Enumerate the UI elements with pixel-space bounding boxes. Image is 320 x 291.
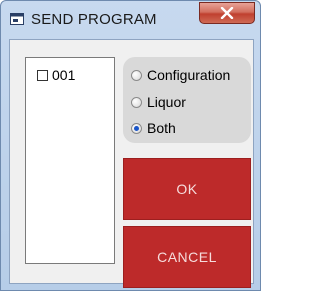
liquor-label: Liquor [147,94,186,110]
window-title: SEND PROGRAM [31,11,157,28]
send-options-group: Configuration Liquor Both [123,57,251,143]
radio-option-both[interactable]: Both [131,120,176,136]
send-program-dialog: SEND PROGRAM 001 Configuration Liquor Bo… [0,0,261,291]
close-button[interactable] [199,2,255,24]
liquor-radio[interactable] [131,96,142,108]
send-program-app-icon [10,13,24,25]
both-radio[interactable] [131,122,142,134]
cancel-button[interactable]: CANCEL [123,226,251,288]
configuration-radio[interactable] [131,69,142,81]
configuration-label: Configuration [147,67,231,83]
program-listbox[interactable]: 001 [25,57,115,264]
radio-option-liquor[interactable]: Liquor [131,94,186,110]
program-label: 001 [52,67,76,83]
both-label: Both [147,120,176,136]
ok-button[interactable]: OK [123,158,251,220]
dialog-client-area: 001 Configuration Liquor Both OK CANCEL [9,39,254,288]
program-checkbox[interactable] [37,69,48,81]
radio-option-configuration[interactable]: Configuration [131,67,230,83]
program-list-item[interactable]: 001 [37,67,75,83]
title-bar[interactable]: SEND PROGRAM [1,1,260,39]
close-icon [220,7,234,19]
